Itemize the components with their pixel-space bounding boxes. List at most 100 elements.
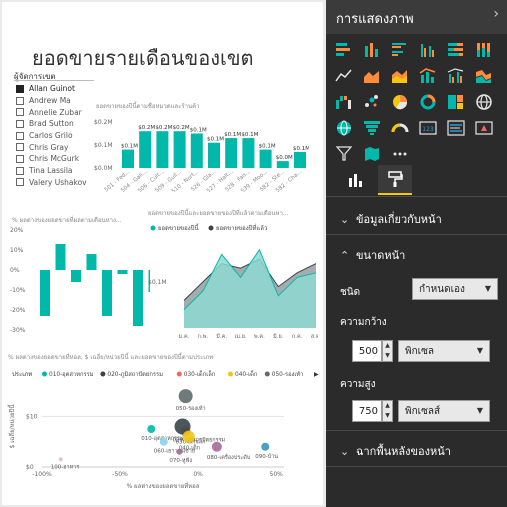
checkbox[interactable] [16,154,24,163]
percent-column-icon[interactable] [474,40,494,60]
area-chart-sales-by-month[interactable]: ยอดขายของปีนี้ ยอดขายของปีที่แล้ว $0.1M ม.ค… [146,216,318,346]
bar[interactable] [225,138,238,168]
clustered-column-icon[interactable] [418,40,438,60]
checkbox[interactable] [16,84,24,93]
scatter-chart-icon[interactable] [362,92,382,112]
multi-row-card-icon[interactable] [446,118,466,138]
legend-next-icon[interactable]: ▶ [314,371,319,378]
bar-chart-sales-by-store[interactable]: $0.2M$0.1M$0.0M$0.1M501 - Fed...$0.2M504… [94,110,309,192]
format-tab[interactable] [378,165,412,195]
slicer-item[interactable]: Annelie Zubar [16,106,87,118]
line-clustered-icon[interactable] [446,66,466,86]
checkbox[interactable] [16,131,24,140]
gauge-icon[interactable] [390,118,410,138]
waterfall-icon[interactable] [334,92,354,112]
scatter-point[interactable] [159,437,168,446]
checkbox[interactable] [16,143,24,152]
scatter-point[interactable] [176,448,183,455]
scatter-point[interactable] [147,425,156,434]
bar[interactable] [122,149,134,168]
bar[interactable] [259,149,272,168]
chevron-right-icon[interactable]: › [493,6,499,22]
ribbon-chart-icon[interactable] [474,66,494,86]
point-label: 080-เครื่องประดับ [207,453,251,461]
donut-chart-icon[interactable] [418,92,438,112]
clustered-bar-icon[interactable] [390,40,410,60]
card-icon[interactable]: 123 [418,118,438,138]
bar[interactable] [156,131,169,168]
scatter-chart-by-category[interactable]: ประเภท 010-อุตสาหกรรม 020-ภูมิสถาปัตยกรรม 0… [6,362,322,497]
checkbox[interactable] [16,96,24,105]
scatter-point[interactable] [261,442,270,451]
fields-tab[interactable] [338,165,372,195]
bar[interactable] [190,133,203,169]
checkbox[interactable] [16,178,24,187]
slicer-item[interactable]: Brad Sutton [16,118,87,130]
scatter-point[interactable] [211,441,222,452]
stepper-down-icon[interactable]: ▼ [383,411,392,421]
section-page-background[interactable]: ⌄ ฉากพื้นหลังของหน้า [340,442,451,460]
bar[interactable] [86,254,97,270]
stepper-up-icon[interactable]: ▲ [383,341,392,351]
bar[interactable] [133,270,143,326]
slicer-icon[interactable] [334,144,354,164]
checkbox[interactable] [16,119,24,128]
scatter-point[interactable] [58,457,63,462]
stacked-bar-icon[interactable] [334,40,354,60]
page-width-input[interactable]: 500 [352,340,382,362]
x-tick-label: -100% [32,471,52,478]
report-page[interactable]: ยอดขายรายเดือนของเขต ผู้จัดการเขต Allan … [2,2,323,505]
slicer-item[interactable]: Allan Guinot [16,83,87,95]
page-width-stepper[interactable]: ▲ ▼ [382,340,393,362]
percent-bar-icon[interactable] [446,40,466,60]
scatter-point[interactable] [182,430,195,443]
bar[interactable] [55,244,66,270]
page-height-stepper[interactable]: ▲ ▼ [382,400,393,422]
slicer-item[interactable]: Andrew Ma [16,95,87,107]
bar[interactable] [71,270,81,282]
bar[interactable] [208,142,220,168]
area-chart-icon[interactable] [362,66,382,86]
funnel-icon[interactable] [362,118,382,138]
section-page-size[interactable]: ⌃ ขนาดหน้า [340,246,405,264]
bar[interactable] [242,138,255,168]
treemap-icon[interactable] [446,92,466,112]
section-page-info[interactable]: ⌄ ข้อมูลเกี่ยวกับหน้า [340,210,442,228]
page-width-unit: พิกเซล [405,345,434,357]
pie-chart-icon[interactable] [390,92,410,112]
data-label: $0.1M [224,132,241,138]
line-column-icon[interactable] [418,66,438,86]
bar[interactable] [139,131,152,168]
bar[interactable] [294,151,306,168]
slicer-item[interactable]: Chris Gray [16,141,87,153]
page-height-input[interactable]: 750 [352,400,382,422]
kpi-icon[interactable] [474,118,494,138]
legend-title: ประเภท [12,371,32,378]
scatter-point[interactable] [178,389,193,404]
slicer-item[interactable]: Tina Lassila [16,165,87,177]
slicer-item[interactable]: Carlos Grilo [16,130,87,142]
stacked-area-icon[interactable] [390,66,410,86]
bar-chart-variance-by-month[interactable]: 20% 10% 0% -10% -20% -30% [10,222,150,342]
slicer-item[interactable]: Valery Ushakov [16,177,87,189]
stacked-column-icon[interactable] [362,40,382,60]
line-chart-icon[interactable] [334,66,354,86]
shape-map-icon[interactable] [362,144,382,164]
bar[interactable] [276,161,289,168]
bar[interactable] [117,270,128,274]
filled-map-icon[interactable] [334,118,354,138]
checkbox[interactable] [16,108,24,117]
bar[interactable] [173,131,186,168]
checkbox[interactable] [16,166,24,175]
map-icon[interactable] [474,92,494,112]
page-type-dropdown[interactable]: กำหนดเอง ▼ [412,278,498,300]
bar[interactable] [40,270,50,316]
bar[interactable] [102,270,112,316]
page-width-unit-dropdown[interactable]: พิกเซล ▼ [398,340,490,362]
more-visuals-icon[interactable] [390,144,410,164]
slicer-item[interactable]: Chris McGurk [16,153,87,165]
stepper-down-icon[interactable]: ▼ [383,351,392,361]
pane-divider [326,234,507,235]
page-height-unit-dropdown[interactable]: พิกเซลส์ ▼ [398,400,490,422]
stepper-up-icon[interactable]: ▲ [383,401,392,411]
